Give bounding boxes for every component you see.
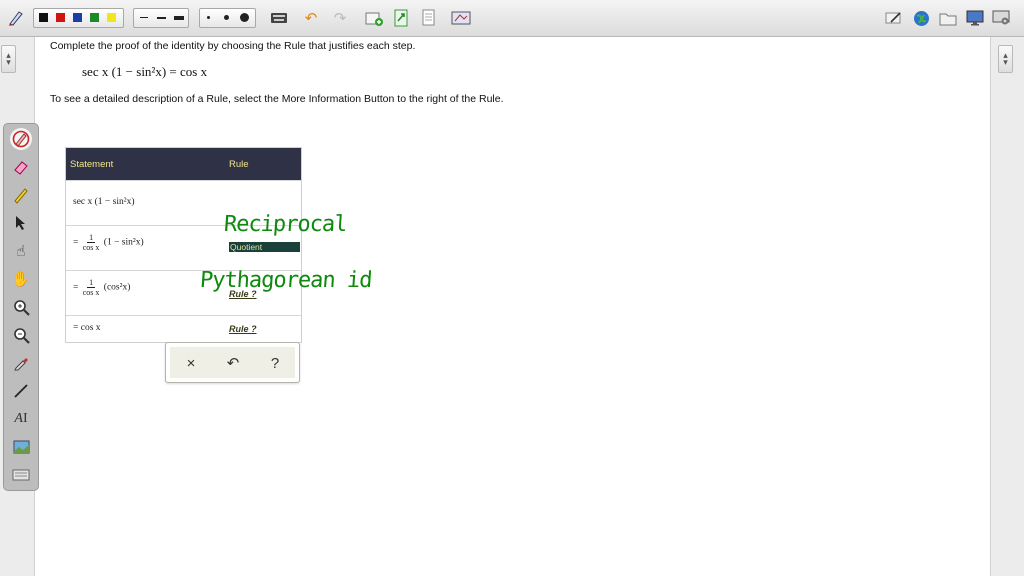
settings-icon[interactable] (991, 8, 1011, 28)
tool-palette: ☝ ✋ AI (3, 123, 39, 491)
identity-rhs: = cos x (169, 64, 208, 79)
line-thick-icon[interactable] (174, 16, 184, 20)
dot-medium-icon[interactable] (224, 15, 229, 20)
fraction: 1 cos x (83, 278, 100, 297)
dot-small-icon[interactable] (207, 16, 210, 19)
numerator: 1 (87, 233, 96, 243)
table-row: = cos x Rule ? (66, 315, 301, 342)
page-scroll-right-button[interactable]: ▴ ▾ (998, 45, 1013, 73)
statement-cell: sec x (1 − sin²x) (73, 197, 135, 207)
pointer-icon[interactable] (10, 212, 32, 234)
color-black-icon[interactable] (39, 13, 48, 22)
line-medium-icon[interactable] (157, 17, 166, 19)
statement-cell: = 1 cos x (1 − sin²x) (73, 233, 144, 252)
table-header: Statement Rule (66, 148, 301, 180)
header-rule: Rule (229, 159, 249, 170)
undo-icon[interactable]: ↶ (221, 351, 245, 375)
chevron-down-icon: ▾ (6, 57, 11, 67)
color-group (33, 8, 124, 28)
text-tool-icon[interactable]: AI (10, 408, 32, 430)
color-yellow-icon[interactable] (107, 13, 116, 22)
denominator: cos x (82, 243, 100, 252)
info-instruction-text: To see a detailed description of a Rule,… (50, 93, 504, 105)
proof-table: Statement Rule sec x (1 − sin²x) = 1 cos … (65, 147, 302, 343)
numerator: 1 (87, 278, 96, 288)
header-statement: Statement (70, 159, 114, 170)
factor: (cos²x) (103, 282, 131, 293)
identity-equation: sec x (1 − sin²x) = cos x (82, 64, 207, 80)
rule-link[interactable]: Rule ? (229, 324, 257, 334)
pan-hand-icon[interactable]: ✋ (10, 268, 32, 290)
undo-icon[interactable]: ↶ (301, 8, 321, 28)
line-thin-icon[interactable] (140, 17, 148, 18)
keyboard-icon[interactable] (269, 8, 289, 28)
pen-no-icon[interactable] (10, 128, 32, 150)
line-tool-icon[interactable] (10, 380, 32, 402)
highlighter-icon[interactable] (10, 184, 32, 206)
globe-icon[interactable] (911, 8, 931, 28)
zoom-in-icon[interactable] (10, 296, 32, 318)
factor: (1 − sin²x) (103, 237, 144, 248)
statement-cell: = cos x (73, 323, 101, 333)
dot-large-icon[interactable] (240, 13, 249, 22)
redo-icon[interactable]: ↷ (330, 8, 350, 28)
dot-size-group (199, 8, 256, 28)
clear-icon[interactable] (884, 8, 904, 28)
export-icon[interactable] (391, 8, 411, 28)
handwritten-note-reciprocal: Reciprocal (223, 212, 348, 237)
equals-sign: = (73, 237, 79, 248)
top-toolbar: ↶ ↷ (0, 0, 1024, 37)
document-icon[interactable] (418, 8, 438, 28)
action-popup-body: × ↶ ? (170, 347, 295, 378)
rule-quotient[interactable]: Quotient (229, 242, 300, 252)
keyboard-tool-icon[interactable] (10, 464, 32, 486)
help-icon[interactable]: ? (263, 351, 287, 375)
equals-sign: = (73, 323, 79, 333)
color-blue-icon[interactable] (73, 13, 82, 22)
eyedropper-icon[interactable] (10, 352, 32, 374)
monitor-icon[interactable] (965, 8, 985, 28)
new-page-icon[interactable] (364, 8, 384, 28)
right-page-strip: ▴ ▾ (990, 37, 1024, 576)
line-style-group (133, 8, 189, 28)
folder-icon[interactable] (938, 8, 958, 28)
identity-lhs: sec x (1 − sin²x) (82, 64, 167, 79)
action-popup: × ↶ ? (165, 342, 300, 383)
close-icon[interactable]: × (179, 351, 203, 375)
statement-cell: = 1 cos x (cos²x) (73, 278, 130, 297)
color-red-icon[interactable] (56, 13, 65, 22)
eraser-icon[interactable] (10, 156, 32, 178)
zoom-out-icon[interactable] (10, 324, 32, 346)
screen-capture-icon[interactable] (451, 8, 471, 28)
handwritten-note-pythagorean: Pythagorean id (199, 268, 373, 293)
select-hand-icon[interactable]: ☝ (10, 240, 32, 262)
color-green-icon[interactable] (90, 13, 99, 22)
denominator: cos x (82, 288, 100, 297)
pen-tool-icon[interactable] (6, 8, 26, 28)
chevron-down-icon: ▾ (1003, 57, 1008, 67)
statement-value: cos x (80, 323, 101, 333)
page-scroll-left-button[interactable]: ▴ ▾ (1, 45, 16, 73)
equals-sign: = (73, 282, 79, 293)
instruction-text: Complete the proof of the identity by ch… (50, 40, 416, 52)
image-tool-icon[interactable] (10, 436, 32, 458)
fraction: 1 cos x (83, 233, 100, 252)
